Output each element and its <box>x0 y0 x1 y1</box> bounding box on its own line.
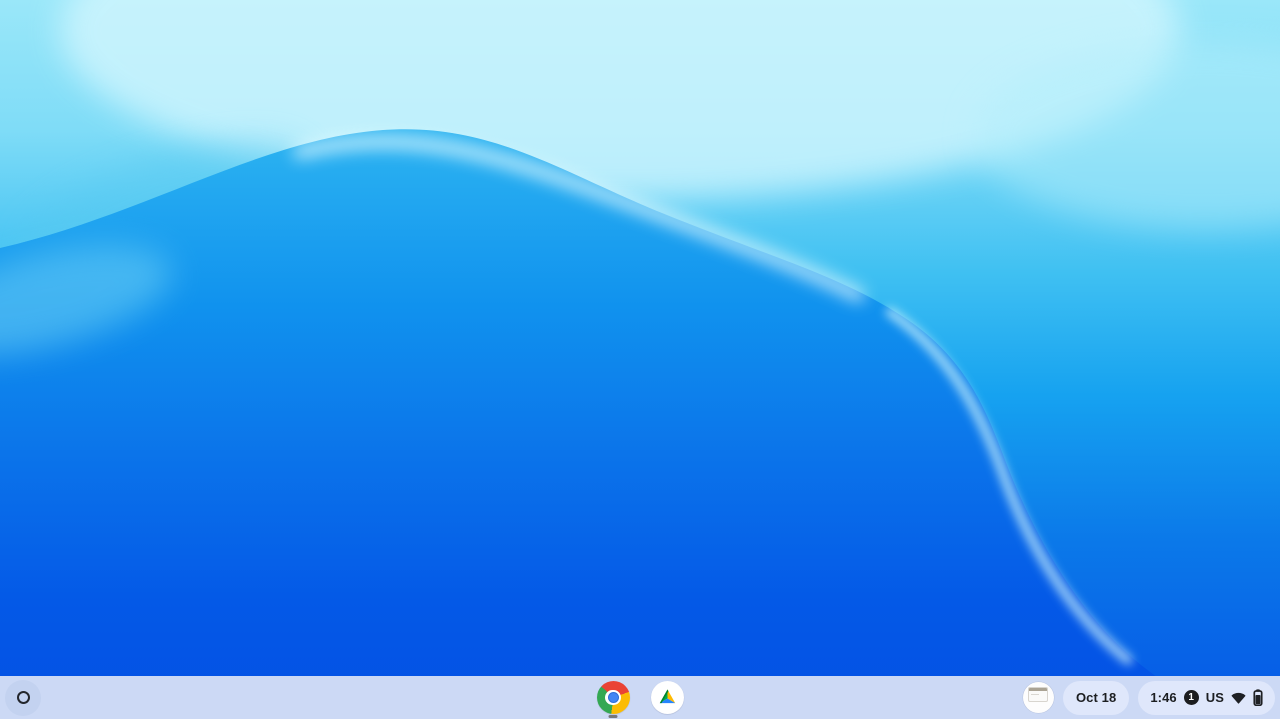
date-label: Oct 18 <box>1075 690 1117 705</box>
notification-preview-button[interactable] <box>1022 682 1054 713</box>
wifi-icon <box>1231 692 1246 704</box>
wallpaper <box>0 0 1280 719</box>
app-drive-button[interactable] <box>647 676 687 719</box>
battery-icon <box>1253 689 1263 706</box>
calendar-pill[interactable]: Oct 18 <box>1062 680 1130 715</box>
chrome-icon <box>596 681 630 714</box>
keyboard-layout-label: US <box>1205 690 1224 705</box>
notification-count-badge: 1 <box>1183 690 1199 705</box>
drive-icon <box>650 681 684 714</box>
launcher-button[interactable] <box>5 679 41 716</box>
shelf: Oct 18 1:46 1 US <box>0 676 1280 719</box>
running-app-indicator <box>608 715 618 718</box>
screenshot-thumbnail-icon <box>1028 687 1049 702</box>
launcher-icon <box>16 691 30 704</box>
status-area-pill[interactable]: 1:46 1 US <box>1138 680 1275 715</box>
desktop: Oct 18 1:46 1 US <box>0 0 1280 719</box>
app-chrome-button[interactable] <box>593 676 633 719</box>
shelf-apps <box>593 676 687 719</box>
time-label: 1:46 <box>1150 690 1177 705</box>
status-tray: Oct 18 1:46 1 US <box>1022 676 1275 719</box>
